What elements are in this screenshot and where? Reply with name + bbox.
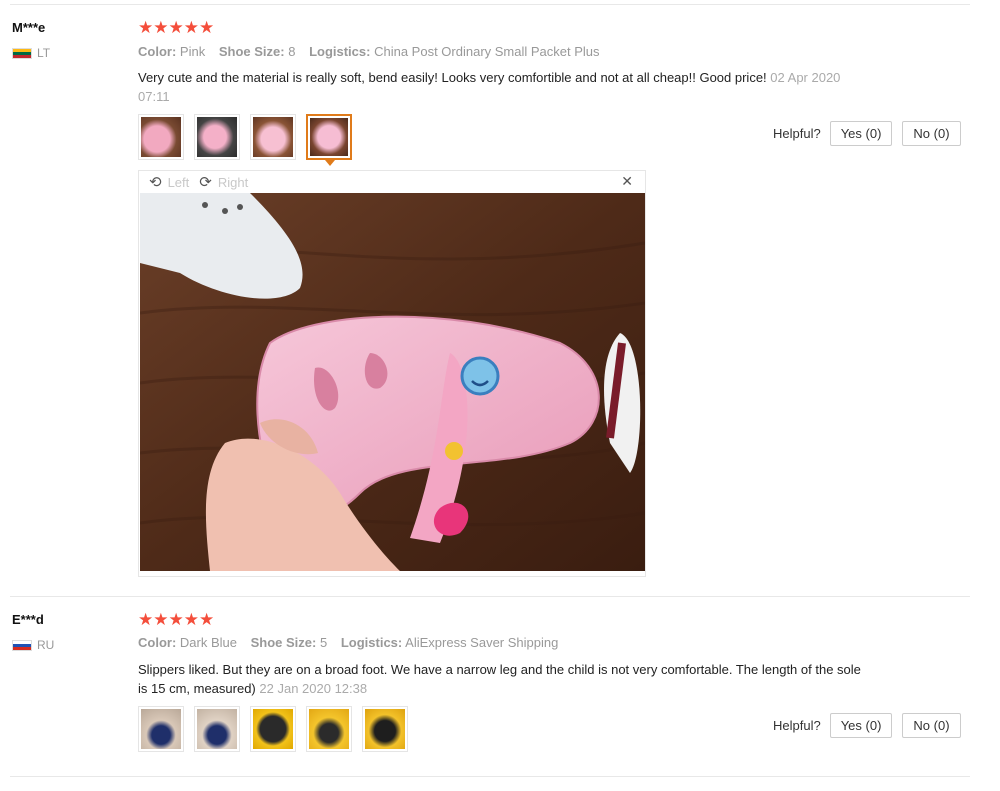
- color-value: Pink: [179, 44, 206, 59]
- helpful-yes-button[interactable]: Yes (0): [829, 713, 893, 738]
- review-text: Very cute and the material is really sof…: [138, 68, 868, 106]
- size-value: 8: [288, 44, 296, 59]
- reviewer-name: M***e: [12, 20, 46, 35]
- country-code: RU: [37, 638, 55, 652]
- logistics-key: Logistics:: [309, 44, 371, 59]
- photo-thumbnails: [138, 114, 362, 166]
- photo-thumbnail[interactable]: [362, 706, 408, 752]
- size-value: 5: [319, 635, 328, 650]
- photo-thumbnail[interactable]: [306, 706, 352, 752]
- photo-viewer: ⟲ Left ⟳ Right ✕: [138, 170, 646, 577]
- review-body: Very cute and the material is really sof…: [138, 70, 767, 85]
- size-key: Shoe Size:: [250, 635, 317, 650]
- helpful-vote: Helpful? Yes (0) No (0): [773, 713, 971, 738]
- bottom-divider: [10, 776, 970, 777]
- photo-thumbnail[interactable]: [194, 706, 240, 752]
- review-body: Slippers liked. But they are on a broad …: [138, 662, 861, 696]
- order-attributes: Color: Pink Shoe Size: 8 Logistics: Chin…: [138, 44, 600, 59]
- review-photo-large: [140, 193, 645, 571]
- review-date: 22 Jan 2020 12:38: [259, 681, 368, 696]
- photo-thumbnail[interactable]: [250, 706, 296, 752]
- star-rating: ★★★★★: [138, 18, 215, 37]
- review-text: Slippers liked. But they are on a broad …: [138, 660, 868, 698]
- country-code: LT: [37, 46, 51, 60]
- photo-thumbnails: [138, 706, 418, 752]
- logistics-value: China Post Ordinary Small Packet Plus: [374, 44, 600, 59]
- photo-thumbnail-active[interactable]: [306, 114, 352, 166]
- size-key: Shoe Size:: [218, 44, 285, 59]
- top-divider: [10, 4, 970, 5]
- rotate-left-button[interactable]: Left: [168, 175, 190, 190]
- close-icon[interactable]: ✕: [621, 173, 633, 190]
- logistics-key: Logistics:: [340, 635, 403, 650]
- photo-thumbnail[interactable]: [250, 114, 296, 160]
- order-attributes: Color: Dark Blue Shoe Size: 5 Logistics:…: [138, 635, 558, 650]
- russia-flag-icon: [12, 639, 32, 651]
- photo-thumbnail[interactable]: [138, 114, 184, 160]
- lithuania-flag-icon: [12, 47, 32, 59]
- reviewer-country: RU: [12, 638, 54, 652]
- photo-thumbnail[interactable]: [194, 114, 240, 160]
- helpful-label: Helpful?: [773, 718, 821, 733]
- color-key: Color:: [138, 44, 177, 59]
- star-rating: ★★★★★: [138, 610, 215, 629]
- reviewer-name: E***d: [12, 612, 44, 627]
- helpful-yes-button[interactable]: Yes (0): [829, 121, 893, 146]
- rotate-left-icon[interactable]: ⟲: [149, 173, 162, 191]
- photo-thumbnail[interactable]: [138, 706, 184, 752]
- rotate-right-button[interactable]: Right: [218, 175, 248, 190]
- review-divider: [10, 596, 970, 597]
- helpful-no-button[interactable]: No (0): [902, 713, 961, 738]
- helpful-vote: Helpful? Yes (0) No (0): [773, 121, 971, 146]
- logistics-value: AliExpress Saver Shipping: [405, 635, 559, 650]
- review-photo-image: [140, 193, 645, 571]
- reviewer-country: LT: [12, 46, 50, 60]
- viewer-toolbar: ⟲ Left ⟳ Right ✕: [139, 171, 645, 193]
- helpful-no-button[interactable]: No (0): [902, 121, 961, 146]
- helpful-label: Helpful?: [773, 126, 821, 141]
- color-value: Dark Blue: [179, 635, 237, 650]
- color-key: Color:: [138, 635, 177, 650]
- rotate-right-icon[interactable]: ⟳: [199, 173, 212, 191]
